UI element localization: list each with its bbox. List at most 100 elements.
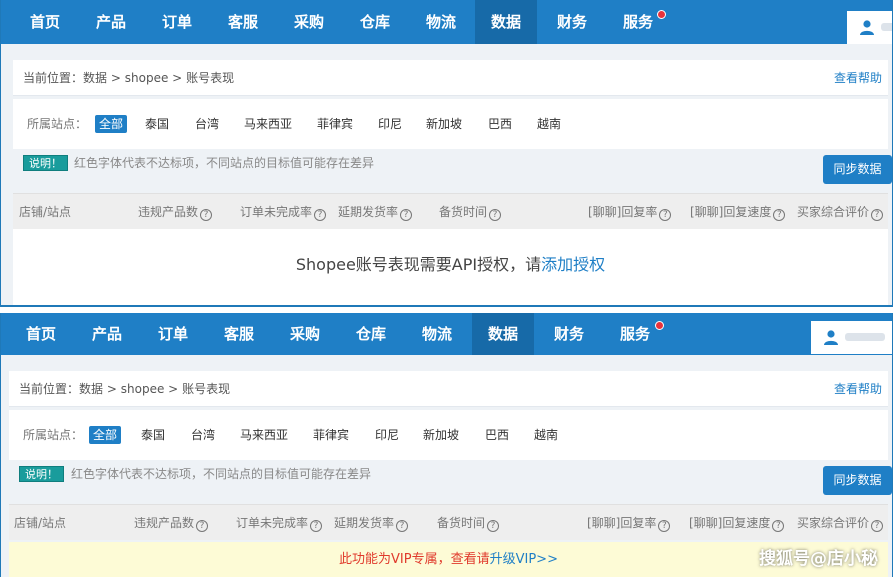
site-option-malaysia[interactable]: 马来西亚 xyxy=(240,426,288,444)
site-option-malaysia[interactable]: 马来西亚 xyxy=(244,115,292,133)
site-option-philippines[interactable]: 菲律宾 xyxy=(317,115,353,133)
column-header-store-site: 店铺/站点 xyxy=(19,205,72,219)
question-circle-icon[interactable]: ? xyxy=(871,209,884,221)
nav-item-orders[interactable]: 订单 xyxy=(146,0,208,44)
site-option-brazil[interactable]: 巴西 xyxy=(485,426,509,444)
user-icon xyxy=(860,20,874,35)
breadcrumb-item-account-performance: 账号表现 xyxy=(182,382,231,396)
question-circle-icon[interactable]: ? xyxy=(871,520,884,532)
question-circle-icon[interactable]: ? xyxy=(310,520,323,532)
nav-item-home[interactable]: 首页 xyxy=(14,0,76,44)
note-badge: 说明！ xyxy=(19,466,64,482)
breadcrumb-bar: 当前位置：数据 > shopee > 账号表现 查看帮助 xyxy=(13,60,888,96)
column-header-preparation-time: 备货时间? xyxy=(439,194,502,230)
site-option-brazil[interactable]: 巴西 xyxy=(488,115,512,133)
site-option-indonesia[interactable]: 印尼 xyxy=(375,426,399,444)
question-circle-icon[interactable]: ? xyxy=(773,209,786,221)
question-circle-icon[interactable]: ? xyxy=(314,209,327,221)
watermark: 搜狐号@店小秘 xyxy=(759,549,878,569)
nav-item-warehouse[interactable]: 仓库 xyxy=(340,313,402,355)
nav-item-services[interactable]: 服务 xyxy=(604,313,666,355)
question-circle-icon[interactable]: ? xyxy=(196,520,209,532)
breadcrumb-separator: > xyxy=(172,71,183,85)
site-option-thailand[interactable]: 泰国 xyxy=(145,115,169,133)
column-header-chat-response-rate: [聊聊]回复率? xyxy=(588,194,672,230)
question-circle-icon[interactable]: ? xyxy=(772,520,785,532)
question-circle-icon[interactable]: ? xyxy=(659,209,672,221)
site-option-indonesia[interactable]: 印尼 xyxy=(378,115,402,133)
question-circle-icon[interactable]: ? xyxy=(200,209,213,221)
nav-item-purchasing[interactable]: 采购 xyxy=(274,313,336,355)
breadcrumb-item-shopee[interactable]: shopee xyxy=(125,71,169,85)
breadcrumb-prefix: 当前位置： xyxy=(19,382,80,396)
username-blurred xyxy=(881,23,892,31)
note-badge: 说明！ xyxy=(23,155,68,171)
question-circle-icon[interactable]: ? xyxy=(658,520,671,532)
nav-item-products[interactable]: 产品 xyxy=(76,313,138,355)
breadcrumb-item-data[interactable]: 数据 xyxy=(79,382,103,396)
top-nav-bar: 首页 产品 订单 客服 采购 仓库 物流 数据 财务 服务 xyxy=(1,0,892,44)
nav-item-finance[interactable]: 财务 xyxy=(541,0,603,44)
nav-item-customer-service[interactable]: 客服 xyxy=(208,313,270,355)
nav-item-data[interactable]: 数据 xyxy=(472,313,534,355)
nav-item-logistics[interactable]: 物流 xyxy=(406,313,468,355)
question-circle-icon[interactable]: ? xyxy=(396,520,409,532)
column-header-chat-response-speed: [聊聊]回复速度? xyxy=(690,194,786,230)
site-filter-bar: 所属站点： 全部 泰国 台湾 马来西亚 菲律宾 印尼 新加坡 巴西 越南 xyxy=(9,410,888,460)
nav-item-purchasing[interactable]: 采购 xyxy=(278,0,340,44)
site-option-taiwan[interactable]: 台湾 xyxy=(191,426,215,444)
site-option-all[interactable]: 全部 xyxy=(95,115,128,133)
vip-only-message: 此功能为VIP专属，查看请升级VIP>> xyxy=(9,542,888,577)
nav-item-finance[interactable]: 财务 xyxy=(538,313,600,355)
site-option-singapore[interactable]: 新加坡 xyxy=(423,426,459,444)
username-blurred xyxy=(845,333,885,341)
sync-data-button[interactable]: 同步数据 xyxy=(823,466,892,495)
column-header-chat-response-rate: [聊聊]回复率? xyxy=(587,505,671,541)
breadcrumb-separator: > xyxy=(106,382,117,396)
add-authorization-link[interactable]: 添加授权 xyxy=(541,255,605,274)
api-authorization-text: Shopee账号表现需要API授权，请 xyxy=(295,255,542,274)
help-link[interactable]: 查看帮助 xyxy=(834,371,882,407)
nav-item-logistics[interactable]: 物流 xyxy=(410,0,472,44)
nav-item-products[interactable]: 产品 xyxy=(80,0,142,44)
site-option-all[interactable]: 全部 xyxy=(89,426,122,444)
site-filter-label: 所属站点： xyxy=(27,117,88,131)
site-option-taiwan[interactable]: 台湾 xyxy=(195,115,219,133)
nav-item-services[interactable]: 服务 xyxy=(607,0,669,44)
column-header-chat-response-speed: [聊聊]回复速度? xyxy=(689,505,785,541)
api-authorization-message: Shopee账号表现需要API授权，请添加授权 xyxy=(13,229,888,305)
note-text: 红色字体代表不达标项，不同站点的目标值可能存在差异 xyxy=(74,156,375,170)
site-option-vietnam[interactable]: 越南 xyxy=(534,426,558,444)
user-menu[interactable] xyxy=(811,321,892,354)
nav-item-data[interactable]: 数据 xyxy=(475,0,537,44)
site-option-vietnam[interactable]: 越南 xyxy=(537,115,561,133)
user-menu[interactable] xyxy=(847,11,892,44)
site-option-thailand[interactable]: 泰国 xyxy=(141,426,165,444)
question-circle-icon[interactable]: ? xyxy=(489,209,502,221)
user-icon xyxy=(824,330,838,345)
upgrade-vip-link[interactable]: 升级VIP>> xyxy=(490,552,558,567)
nav-item-home[interactable]: 首页 xyxy=(10,313,72,355)
breadcrumb: 当前位置：数据 > shopee > 账号表现 xyxy=(23,60,234,96)
top-nav-bar: 首页 产品 订单 客服 采购 仓库 物流 数据 财务 服务 xyxy=(1,313,892,355)
notification-dot-icon xyxy=(657,10,666,19)
breadcrumb-item-data[interactable]: 数据 xyxy=(83,71,107,85)
notification-dot-icon xyxy=(655,321,664,330)
site-option-philippines[interactable]: 菲律宾 xyxy=(313,426,349,444)
site-option-singapore[interactable]: 新加坡 xyxy=(426,115,462,133)
column-header-late-shipment-rate: 延期发货率? xyxy=(338,194,413,230)
sync-data-button[interactable]: 同步数据 xyxy=(823,155,892,184)
question-circle-icon[interactable]: ? xyxy=(487,520,500,532)
column-header-late-shipment-rate: 延期发货率? xyxy=(334,505,409,541)
column-header-violation-count: 违规产品数? xyxy=(138,194,213,230)
breadcrumb-prefix: 当前位置： xyxy=(23,71,84,85)
breadcrumb-separator: > xyxy=(168,382,179,396)
nav-item-warehouse[interactable]: 仓库 xyxy=(344,0,406,44)
breadcrumb-item-shopee[interactable]: shopee xyxy=(121,382,165,396)
nav-item-orders[interactable]: 订单 xyxy=(142,313,204,355)
table-header: 店铺/站点 违规产品数? 订单未完成率? 延期发货率? 备货时间? [聊聊]回复… xyxy=(13,193,888,229)
question-circle-icon[interactable]: ? xyxy=(400,209,413,221)
help-link[interactable]: 查看帮助 xyxy=(834,60,882,96)
nav-item-customer-service[interactable]: 客服 xyxy=(212,0,274,44)
screenshot-panel-bottom: 首页 产品 订单 客服 采购 仓库 物流 数据 财务 服务 当前位置：数据 > … xyxy=(0,313,893,577)
